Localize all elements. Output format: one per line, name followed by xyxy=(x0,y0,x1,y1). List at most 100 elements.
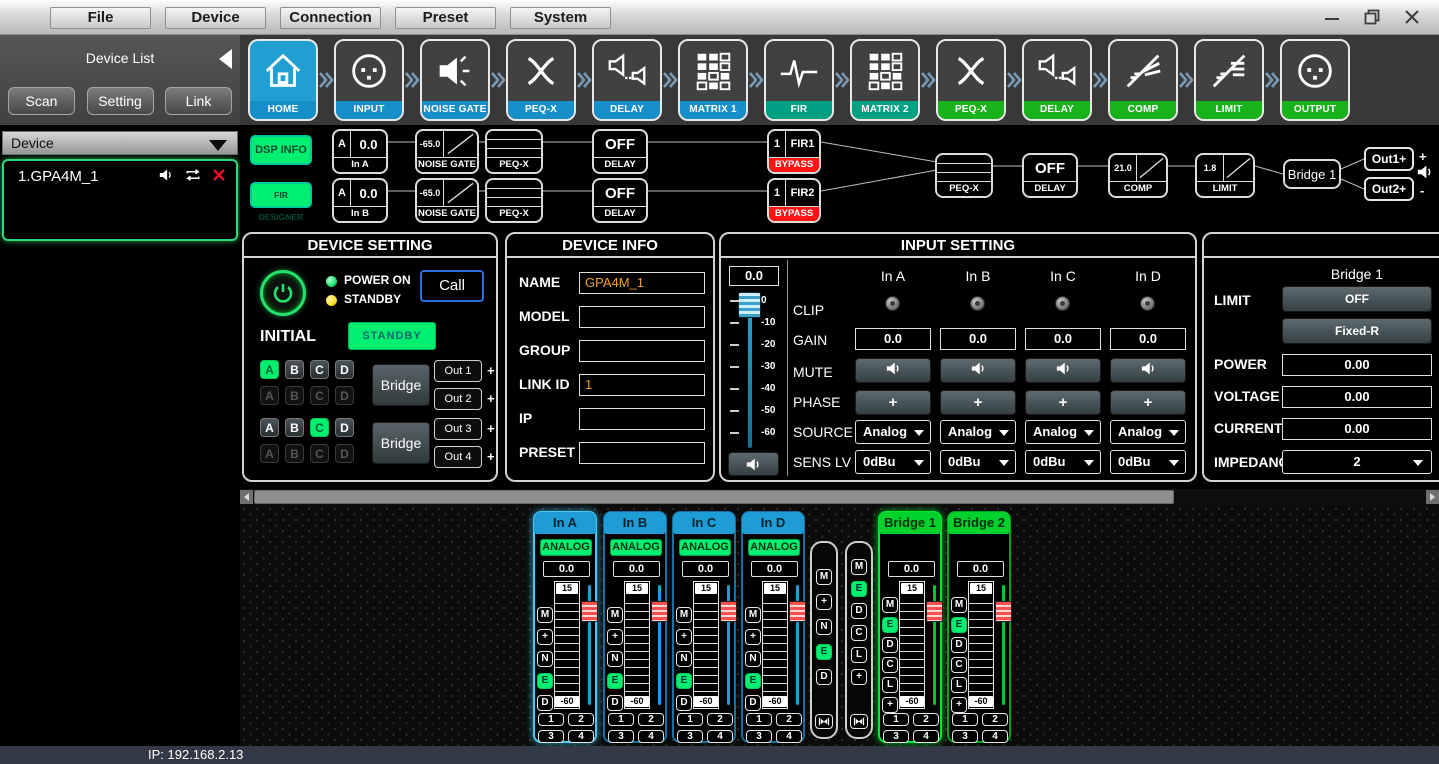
strip-button-d[interactable]: D xyxy=(882,637,898,653)
toolbar-noise-gate[interactable]: NOISE GATE xyxy=(420,39,490,121)
toolbar-matrix-1[interactable]: MATRIX 1 xyxy=(678,39,748,121)
flow-delay-block[interactable]: OFFDELAY xyxy=(592,178,648,223)
bypass-badge[interactable]: BYPASS xyxy=(769,157,819,172)
toolbar-delay[interactable]: DELAY xyxy=(592,39,662,121)
limit-off-button[interactable]: OFF xyxy=(1282,286,1432,312)
gain-input[interactable]: 0.0 xyxy=(855,328,931,350)
fader-handle[interactable] xyxy=(995,601,1012,622)
matrix-cell-d-row3[interactable]: D xyxy=(335,418,354,437)
strip-button-n[interactable]: N xyxy=(676,651,692,667)
close-icon[interactable] xyxy=(1403,8,1421,26)
strip-button-+[interactable]: + xyxy=(951,697,967,713)
route-button-3[interactable]: 3 xyxy=(538,730,564,743)
sidebar-button-setting[interactable]: Setting xyxy=(87,87,154,115)
strip-button-c[interactable]: C xyxy=(882,657,898,673)
mixer-strip-inb[interactable]: In BANALOG0.015-60M+NED1234 xyxy=(603,511,667,743)
analog-chip[interactable]: ANALOG xyxy=(679,539,731,556)
route-button-4[interactable]: 4 xyxy=(707,730,733,743)
field-input-model[interactable] xyxy=(579,306,705,328)
matrix-cell-b-row3[interactable]: B xyxy=(285,418,304,437)
restore-icon[interactable] xyxy=(1363,8,1381,26)
device-list-item[interactable]: 1.GPA4M_1 xyxy=(4,161,236,189)
flow-fir2-block[interactable]: 1FIR2BYPASS xyxy=(767,178,821,223)
menu-system[interactable]: System xyxy=(510,7,611,29)
strip-header[interactable]: In C xyxy=(673,512,735,534)
toolbar-delay[interactable]: DELAY xyxy=(1022,39,1092,121)
strip-button-m[interactable]: M xyxy=(882,597,898,613)
menu-connection[interactable]: Connection xyxy=(280,7,381,29)
mixer-strip-ina[interactable]: In AANALOG0.015-60M+NED1234 xyxy=(533,511,597,743)
toolbar-peq-x[interactable]: PEQ-X xyxy=(506,39,576,121)
route-button-2[interactable]: 2 xyxy=(913,713,939,726)
source-select[interactable]: Analog xyxy=(1025,420,1101,444)
fader-handle[interactable] xyxy=(651,601,668,622)
sidebar-collapse-icon[interactable] xyxy=(219,49,232,69)
minimize-icon[interactable] xyxy=(1323,8,1341,26)
matrix-cell-a-row3[interactable]: A xyxy=(260,418,279,437)
strip-button-d[interactable]: D xyxy=(607,695,623,711)
field-input-preset[interactable] xyxy=(579,442,705,464)
speaker-icon[interactable] xyxy=(158,168,174,182)
strip-header[interactable]: Bridge 2 xyxy=(948,512,1010,534)
matrix-cell-c-row3[interactable]: C xyxy=(310,418,329,437)
flow-delay-block[interactable]: OFFDELAY xyxy=(592,129,648,174)
strip-button-l[interactable]: L xyxy=(851,647,867,663)
strip-button-e[interactable]: E xyxy=(607,673,623,689)
source-select[interactable]: Analog xyxy=(1110,420,1186,444)
strip-button-e[interactable]: E xyxy=(537,673,553,689)
flow-bridge-block[interactable]: Bridge 1 xyxy=(1283,159,1341,189)
power-button[interactable] xyxy=(260,270,306,316)
flow-comp-block[interactable]: 21.0 COMP xyxy=(1108,153,1168,198)
strip-button-n[interactable]: N xyxy=(537,651,553,667)
route-button-1[interactable]: 1 xyxy=(677,713,703,726)
toolbar-home[interactable]: HOME xyxy=(248,39,318,121)
phase-button[interactable]: + xyxy=(940,390,1016,415)
strip-button-d[interactable]: D xyxy=(676,695,692,711)
fixed-r-button[interactable]: Fixed-R xyxy=(1282,318,1432,344)
mixer-strip-inc[interactable]: In CANALOG0.015-60M+NED1234 xyxy=(672,511,736,743)
fader-handle[interactable] xyxy=(581,601,598,622)
strip-button-m[interactable]: M xyxy=(851,559,867,575)
strip-button-m[interactable]: M xyxy=(745,607,761,623)
strip-button-l[interactable]: L xyxy=(951,677,967,693)
fader-track[interactable] xyxy=(796,585,799,705)
flow-noisegate-block[interactable]: -65.0NOISE GATE xyxy=(415,178,479,223)
strip-button-l[interactable]: L xyxy=(882,677,898,693)
flow-out1-box[interactable]: Out1+ xyxy=(1364,147,1414,171)
flow-peq-block[interactable]: PEQ-X xyxy=(485,129,543,174)
matrix-cell-c-row1[interactable]: C xyxy=(310,360,329,379)
fader-handle[interactable] xyxy=(789,601,806,622)
menu-device[interactable]: Device xyxy=(165,7,266,29)
strip-button-d[interactable]: D xyxy=(851,603,867,619)
mute-button[interactable] xyxy=(940,358,1016,383)
phase-button[interactable]: + xyxy=(855,390,931,415)
flow-output-delay-block[interactable]: OFF DELAY xyxy=(1022,153,1078,198)
strip-button-n[interactable]: N xyxy=(607,651,623,667)
sens-select[interactable]: 0dBu xyxy=(855,450,931,474)
strip-button-c[interactable]: C xyxy=(951,657,967,673)
bridge-button-2[interactable]: Bridge xyxy=(372,422,430,464)
fader-handle[interactable] xyxy=(926,601,943,622)
strip-button-m[interactable]: M xyxy=(607,607,623,623)
out-2-button[interactable]: Out 2 xyxy=(434,388,482,410)
scrollbar-thumb[interactable] xyxy=(254,490,1174,504)
horizontal-scrollbar[interactable] xyxy=(240,488,1439,505)
link-loop-icon[interactable] xyxy=(184,168,202,182)
bypass-badge[interactable]: BYPASS xyxy=(769,206,819,221)
device-dropdown[interactable]: Device xyxy=(2,131,238,155)
flow-input-block-ina[interactable]: A0.0In A xyxy=(332,129,388,174)
strip-gain-value[interactable]: 0.0 xyxy=(613,561,660,577)
analog-chip[interactable]: ANALOG xyxy=(610,539,662,556)
fader-track[interactable] xyxy=(658,585,661,705)
dsp-info-button[interactable]: DSP INFO xyxy=(250,135,312,165)
route-button-4[interactable]: 4 xyxy=(638,730,664,743)
fader-track[interactable] xyxy=(727,585,730,705)
strip-button-+[interactable]: + xyxy=(537,629,553,645)
strip-button-d[interactable]: D xyxy=(745,695,761,711)
strip-button-e[interactable]: E xyxy=(676,673,692,689)
expand-strip-icon[interactable] xyxy=(815,714,833,729)
strip-button-e[interactable]: E xyxy=(882,617,898,633)
strip-header[interactable]: In D xyxy=(742,512,804,534)
route-button-3[interactable]: 3 xyxy=(883,730,909,743)
strip-button-n[interactable]: N xyxy=(745,651,761,667)
